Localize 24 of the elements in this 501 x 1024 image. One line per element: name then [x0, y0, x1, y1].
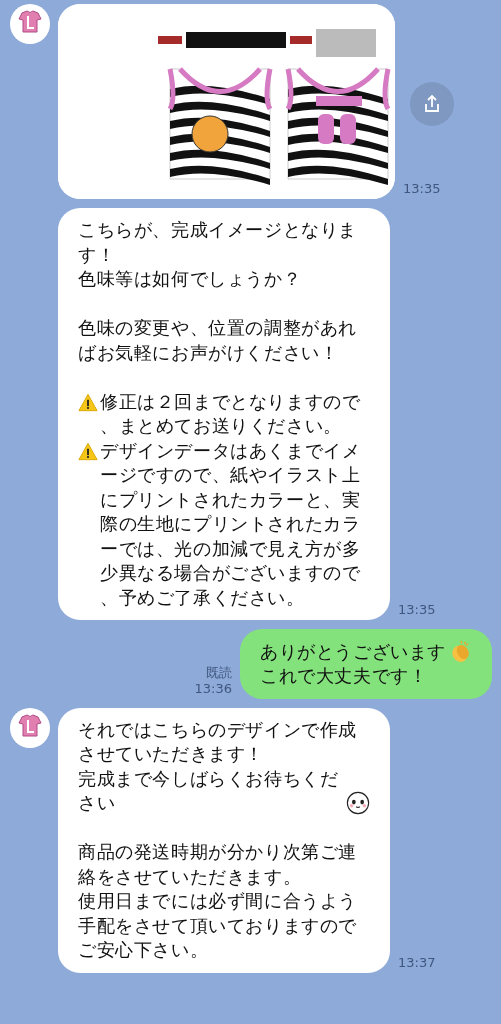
jersey-design-image[interactable] — [58, 4, 395, 199]
message-text: 商品の発送時期が分かり次第ご連絡をさせていただきます。 — [78, 840, 358, 889]
message-text: 修正は２回までとなりますので、まとめてお送りください。 — [100, 389, 362, 438]
message-text: ありがとうございます — [260, 639, 446, 664]
message-text: デザインデータはあくまでイメージですので、紙やイラスト上にプリントされたカラーと、実際の生地にプリントされたカラーでは、光の加減で見え方が多少異なる場合がございますので、予めご了承ください。 — [100, 438, 362, 610]
shirt-logo-avatar[interactable] — [10, 707, 50, 748]
share-icon — [422, 94, 442, 114]
message-time: 13:37 — [398, 954, 436, 971]
message-text: 色味等は如何でしょうか？ — [78, 267, 302, 291]
message-time: 13:35 — [403, 181, 441, 197]
shirt-logo-avatar[interactable] — [10, 4, 50, 44]
warning-icon — [78, 441, 98, 461]
warning-icon — [78, 392, 98, 412]
message-text: 色味の変更や、位置の調整があればお気軽にお声がけください！ — [78, 316, 358, 365]
message-text: 完成まで今しばらくお待ちください — [78, 766, 340, 815]
message-text: こちらが、完成イメージとなります！ — [78, 218, 358, 267]
message-text: 使用日までには必ず間に合うよう手配をさせて頂いておりますのでご安心下さい。 — [78, 889, 358, 962]
read-receipt: 既読 — [206, 664, 232, 681]
message-time: 13:36 — [194, 680, 232, 697]
share-button[interactable] — [410, 82, 454, 126]
message-time: 13:35 — [398, 602, 436, 618]
message-text: これで大丈夫です！ — [260, 664, 428, 688]
message-text: それではこちらのデザインで作成させていただきます！ — [78, 717, 358, 766]
smiling-face-icon — [346, 790, 370, 815]
